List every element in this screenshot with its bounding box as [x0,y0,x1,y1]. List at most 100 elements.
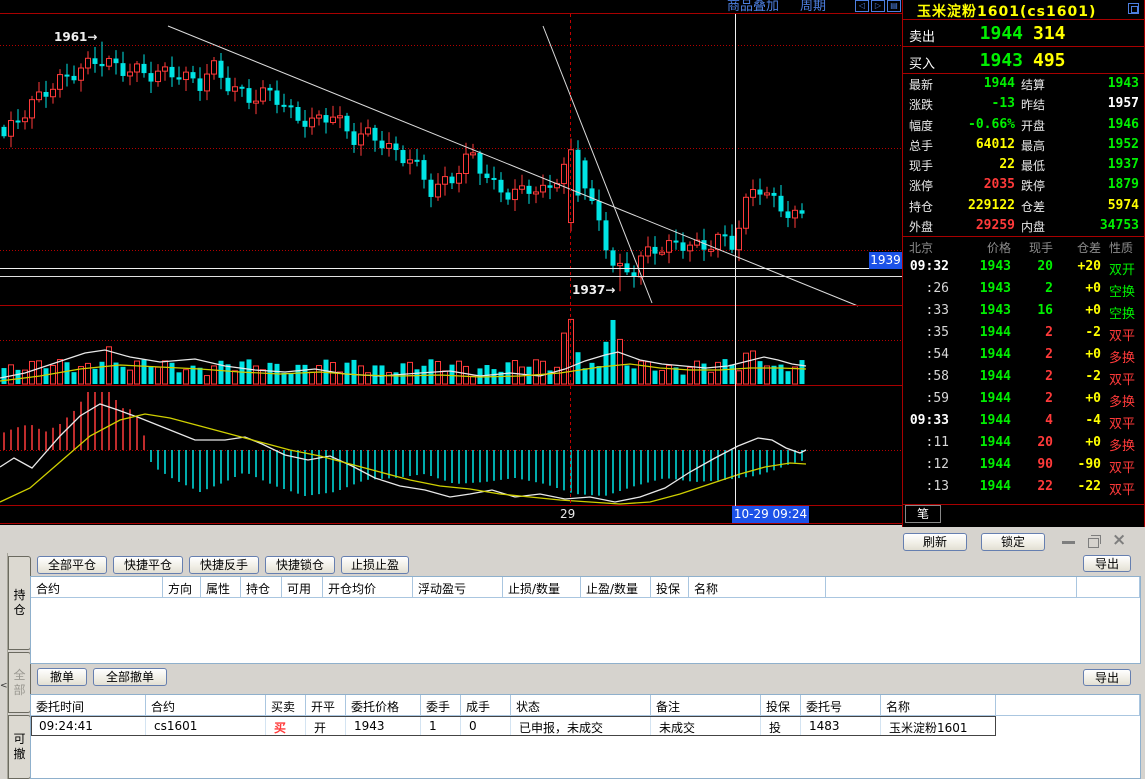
column-header: 买卖 [266,695,306,716]
quick-close-button[interactable]: 快捷平仓 [113,556,183,574]
quote-stat-label: 外盘 [909,218,933,235]
quote-stat-label: 现手 [909,157,933,174]
order-row[interactable]: 09:24:41cs1601买开194310已申报，未成交未成交投1483玉米淀… [31,716,1140,736]
tick-oi-change: -2 [1057,325,1101,340]
grid-icon[interactable]: ▤ [887,0,901,12]
cancel-all-orders-button[interactable]: 全部撤单 [93,668,167,686]
tick-price: 1943 [963,303,1011,318]
tick-time: :58 [903,369,949,384]
tick-time: :35 [903,325,949,340]
tick-volume: 16 [1015,303,1053,318]
tick-column-header: 性质 [1109,239,1133,256]
quote-stat-label: 最低 [1021,157,1045,174]
axis-day-label: 29 [560,507,575,521]
tick-row: :5919442+0多换 [903,388,1144,410]
export-positions-button[interactable]: 导出 [1083,555,1131,572]
tick-nature: 双平 [1109,369,1135,388]
tick-price: 1944 [963,457,1011,472]
panel-collapse-strip[interactable]: < [0,553,8,779]
quote-stat-value: 1937 [1059,157,1139,172]
bid-label: 买入 [909,53,935,72]
tick-row: :33194316+0空换 [903,300,1144,322]
column-header: 名称 [881,695,996,716]
close-icon[interactable]: × [1112,533,1126,547]
collapse-arrow-icon[interactable]: < [0,681,8,691]
restore-icon[interactable] [1088,538,1099,548]
stop-loss-take-profit-button[interactable]: 止损止盈 [341,556,409,574]
quick-lock-button[interactable]: 快捷锁仓 [265,556,335,574]
order-side: 买 [266,716,306,736]
tab-all[interactable]: 全部 [8,652,31,713]
tick-row: 09:3319444-4双平 [903,410,1144,432]
table-header-row: 合约方向属性持仓可用开仓均价浮动盈亏止损/数量止盈/数量投保名称 [31,577,1140,598]
tick-oi-change: +0 [1057,391,1101,406]
minimize-icon[interactable] [1062,541,1075,544]
tick-time: :26 [903,281,949,296]
quote-stat-value: 1946 [1059,117,1139,132]
tick-nature: 空换 [1109,281,1135,300]
tick-volume: 2 [1015,391,1053,406]
tab-tick-detail[interactable]: 笔 [905,505,941,523]
high-price-annotation: 1961→ [54,30,97,44]
column-header: 止盈/数量 [581,577,651,598]
quote-stat-label: 仓差 [1021,198,1045,215]
tick-nature: 双平 [1109,457,1135,476]
export-orders-button[interactable]: 导出 [1083,669,1131,686]
tick-time: :33 [903,303,949,318]
order-name: 玉米淀粉1601 [881,716,996,736]
quote-stat-value: 1943 [1059,76,1139,91]
column-header: 方向 [163,577,201,598]
tick-time: :59 [903,391,949,406]
order-qty: 1 [421,716,461,736]
tick-column-header: 价格 [963,239,1011,256]
tick-time: :12 [903,457,949,472]
column-header: 委托时间 [31,695,146,716]
tick-oi-change: -2 [1057,369,1101,384]
tick-volume: 2 [1015,369,1053,384]
quote-stat-label: 结算 [1021,76,1045,93]
tick-row: :5819442-2双平 [903,366,1144,388]
bid-row: 买入 1943 495 [903,47,1144,74]
tick-time: 09:33 [903,413,949,428]
lock-button[interactable]: 锁定 [981,533,1045,551]
period-link[interactable]: 周期 [800,0,826,13]
quote-stat-row: 外盘29259内盘34753 [903,216,1144,236]
kline-chart[interactable] [0,0,902,525]
quote-title-bar: 玉米淀粉1601(cs1601) [903,0,1144,20]
low-price-annotation: 1937→ [572,283,615,297]
overlay-instrument-link[interactable]: 商品叠加 [727,0,779,13]
order-status: 已申报，未成交 [511,716,651,736]
close-all-positions-button[interactable]: 全部平仓 [37,556,107,574]
table-header-row: 委托时间合约买卖开平委托价格委手成手状态备注投保委托号名称 [31,695,1140,716]
tick-nature: 多换 [1109,391,1135,410]
column-header: 可用 [282,577,323,598]
tick-oi-change: +0 [1057,347,1101,362]
column-header: 合约 [146,695,266,716]
ask-price: 1944 [947,23,1023,44]
order-price: 1943 [346,716,421,736]
tick-oi-change: +0 [1057,281,1101,296]
forward-icon[interactable]: ▷ [871,0,885,12]
tab-cancellable[interactable]: 可撤 [8,715,31,779]
refresh-button[interactable]: 刷新 [903,533,967,551]
tab-positions[interactable]: 持仓 [8,556,31,650]
column-header: 委手 [421,695,461,716]
quote-stat-row: 最新1944结算1943 [903,74,1144,94]
tick-oi-change: +20 [1057,259,1101,274]
tick-column-header: 北京 [909,239,933,256]
order-contract: cs1601 [146,716,266,736]
ask-size: 314 [1033,23,1079,44]
quote-stats-grid: 最新1944结算1943涨跌-13昨结1957幅度-0.66%开盘1946总手6… [903,74,1144,237]
quote-stat-value: 34753 [1059,218,1139,233]
quick-reverse-button[interactable]: 快捷反手 [189,556,259,574]
column-header: 持仓 [241,577,282,598]
quote-panel: 玉米淀粉1601(cs1601) 卖出 1944 314 买入 1943 495… [902,0,1145,527]
position-table[interactable]: 合约方向属性持仓可用开仓均价浮动盈亏止损/数量止盈/数量投保名称 [30,576,1141,664]
back-icon[interactable]: ◁ [855,0,869,12]
quote-stat-value: -13 [941,96,1015,111]
quote-stat-label: 最新 [909,76,933,93]
restore-window-icon[interactable] [1128,3,1139,14]
order-table[interactable]: 委托时间合约买卖开平委托价格委手成手状态备注投保委托号名称09:24:41cs1… [30,694,1141,779]
cancel-order-button[interactable]: 撤单 [37,668,87,686]
column-header: 投保 [761,695,801,716]
